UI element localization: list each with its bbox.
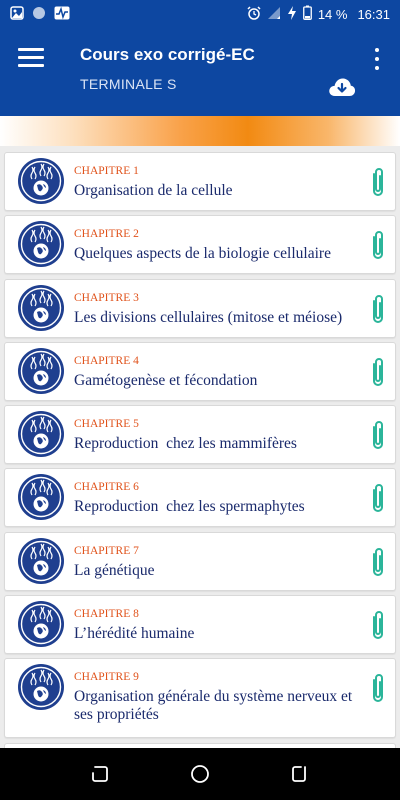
chapter-card[interactable]: CHAPITRE 5 Reproduction chez les mammifè… [4, 405, 396, 465]
paperclip-icon[interactable] [369, 356, 387, 390]
paperclip-icon[interactable] [369, 546, 387, 580]
chapter-title: Reproduction chez les spermaphytes [74, 498, 305, 516]
chapter-title: Gamétogenèse et fécondation [74, 371, 258, 389]
cloud-download-icon [329, 78, 356, 96]
chapter-card[interactable]: CHAPITRE 9 Organisation générale du syst… [4, 658, 396, 739]
recent-apps-button[interactable] [88, 762, 112, 786]
biology-logo-icon [18, 474, 64, 521]
biology-logo-icon [18, 221, 64, 268]
paperclip-icon[interactable] [369, 609, 387, 643]
home-icon [191, 765, 209, 783]
app-title: Cours exo corrigé-EC [80, 45, 255, 64]
circle-notification-icon [32, 6, 46, 23]
clock: 16:31 [357, 6, 390, 22]
chapter-card[interactable]: CHAPITRE 2 Quelques aspects de la biolog… [4, 215, 396, 275]
biology-logo-icon [18, 284, 64, 331]
battery-icon [302, 5, 312, 23]
paperclip-icon[interactable] [369, 419, 387, 453]
biology-logo-icon [18, 664, 64, 711]
chapter-card[interactable]: CHAPITRE 6 Reproduction chez les spermap… [4, 468, 396, 528]
paperclip-icon[interactable] [369, 293, 387, 327]
menu-button[interactable] [18, 48, 44, 68]
gallery-notification-icon [10, 5, 24, 23]
charging-icon [287, 5, 297, 23]
more-options-button[interactable] [372, 48, 382, 70]
signal-icon [267, 6, 281, 23]
chapter-number: CHAPITRE 9 [74, 671, 139, 684]
status-bar: 14 % 16:31 [0, 0, 400, 28]
chapter-title: La génétique [74, 561, 155, 579]
chapter-card[interactable]: CHAPITRE 4 Gamétogenèse et fécondation [4, 341, 396, 401]
chapter-title: Organisation générale du système nerveux… [74, 688, 353, 724]
chapter-number: CHAPITRE 1 [74, 165, 139, 177]
chapter-number: CHAPITRE 3 [74, 291, 139, 304]
chapter-number: CHAPITRE 8 [74, 608, 139, 621]
biology-logo-icon [18, 537, 64, 584]
biology-logo-icon [18, 411, 64, 458]
orange-banner [0, 116, 400, 146]
chapter-number: CHAPITRE 4 [74, 354, 139, 367]
paperclip-icon[interactable] [369, 166, 387, 200]
app-subtitle: TERMINALE S [80, 76, 177, 92]
alarm-icon [247, 5, 261, 23]
paperclip-icon[interactable] [369, 229, 387, 263]
app-bar: Cours exo corrigé-EC TERMINALE S [0, 28, 400, 116]
chapter-title: Reproduction chez les mammifères [74, 435, 297, 453]
activity-notification-icon [54, 6, 70, 23]
chapter-title: L’hérédité humaine [74, 625, 195, 643]
chapter-title: Organisation de la cellule [74, 182, 233, 199]
chapter-card[interactable]: CHAPITRE 1 Organisation de la cellule [4, 152, 396, 211]
chapter-card[interactable]: CHAPITRE 8 L’hérédité humaine [4, 595, 396, 655]
biology-logo-icon [18, 347, 64, 394]
home-button[interactable] [188, 762, 212, 786]
biology-logo-icon [18, 158, 64, 204]
more-vert-icon [375, 48, 379, 52]
chapter-number: CHAPITRE 7 [74, 544, 139, 557]
back-button[interactable] [288, 762, 312, 786]
chapter-number: CHAPITRE 6 [74, 481, 139, 494]
chapter-title: Les divisions cellulaires (mitose et méi… [74, 308, 343, 326]
chapter-card[interactable]: CHAPITRE 7 La génétique [4, 531, 396, 591]
paperclip-icon[interactable] [369, 482, 387, 516]
paperclip-icon[interactable] [369, 672, 387, 706]
back-icon [292, 766, 306, 782]
chapter-number: CHAPITRE 2 [74, 228, 139, 241]
chapter-number: CHAPITRE 5 [74, 418, 139, 431]
hamburger-icon [18, 48, 44, 51]
chapter-card[interactable]: CHAPITRE 3 Les divisions cellulaires (mi… [4, 278, 396, 338]
download-button[interactable] [328, 76, 356, 103]
chapter-list: CHAPITRE 1 Organisation de la cellule CH… [4, 152, 396, 793]
recent-apps-icon [92, 766, 108, 782]
biology-logo-icon [18, 601, 64, 648]
chapter-title: Quelques aspects de la biologie cellulai… [74, 245, 331, 263]
battery-percent: 14 % [317, 6, 348, 22]
system-nav-bar [0, 748, 400, 800]
